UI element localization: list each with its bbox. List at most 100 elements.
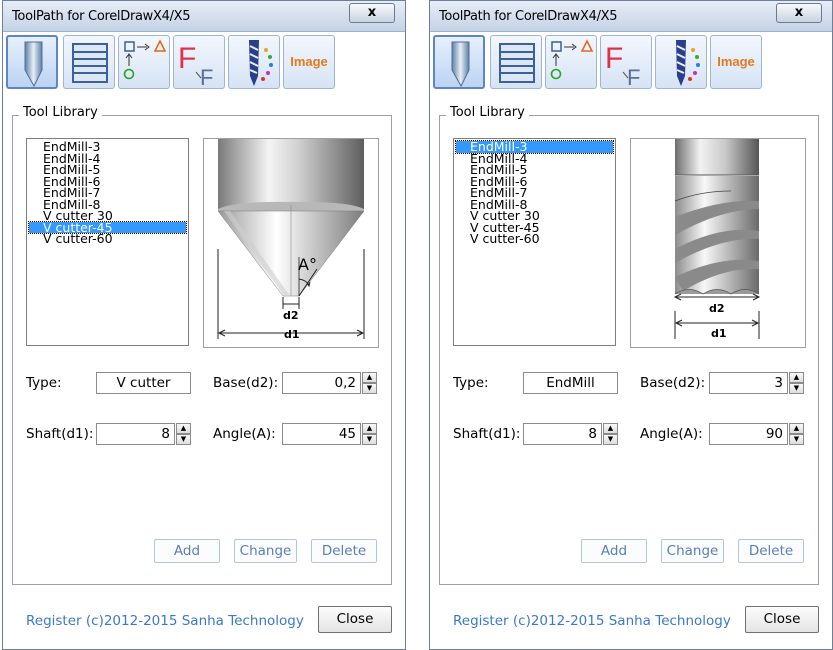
spin-up-icon[interactable]: ▲ bbox=[176, 423, 191, 434]
v-cutter-drawing: A° d2 d1 bbox=[217, 139, 365, 341]
layers-button[interactable] bbox=[490, 35, 542, 89]
spin-down-icon[interactable]: ▼ bbox=[176, 434, 191, 445]
tool-preview-vcutter: A° d2 d1 bbox=[203, 138, 379, 348]
drill-icon bbox=[249, 40, 273, 86]
tool-list[interactable]: EndMill-3 EndMill-4 EndMill-5 EndMill-6 EndM… bbox=[26, 138, 189, 346]
image-button[interactable]: Image bbox=[283, 35, 335, 89]
horizontal-lines-icon bbox=[72, 43, 108, 83]
type-label: Type: bbox=[26, 375, 62, 391]
base-spinner[interactable]: ▲ ▼ bbox=[789, 372, 804, 394]
image-icon: Image bbox=[290, 54, 328, 69]
spin-down-icon[interactable]: ▼ bbox=[362, 383, 377, 394]
toolpath-window-vcutter: ToolPath for CorelDrawX4/X5 x FF Image T… bbox=[2, 0, 406, 650]
image-button[interactable]: Image bbox=[710, 35, 762, 89]
register-link[interactable]: Register bbox=[26, 613, 82, 629]
type-field[interactable]: V cutter bbox=[96, 372, 191, 394]
tool-bit-button[interactable] bbox=[433, 35, 485, 89]
spin-down-icon[interactable]: ▼ bbox=[789, 383, 804, 394]
svg-text:F: F bbox=[605, 42, 623, 75]
angle-field[interactable]: 45 bbox=[282, 423, 361, 445]
type-field[interactable]: EndMill bbox=[523, 372, 618, 394]
d2-label: d2 bbox=[709, 302, 725, 315]
group-label: Tool Library bbox=[446, 105, 529, 120]
close-button[interactable]: Close bbox=[318, 606, 392, 633]
type-label: Type: bbox=[453, 375, 489, 391]
list-item[interactable]: V cutter-60 bbox=[29, 233, 186, 245]
shaft-field[interactable]: 8 bbox=[523, 423, 602, 445]
font-f-icon: FF bbox=[605, 42, 640, 90]
list-item[interactable]: V cutter-60 bbox=[456, 233, 613, 245]
toolbar: FF Image bbox=[6, 34, 402, 90]
d1-label: d1 bbox=[284, 328, 300, 341]
spin-up-icon[interactable]: ▲ bbox=[362, 423, 377, 434]
angle-label: Angle(A): bbox=[640, 426, 703, 442]
add-button[interactable]: Add bbox=[154, 539, 220, 563]
svg-text:F: F bbox=[200, 65, 213, 90]
tool-bit-button[interactable] bbox=[6, 35, 58, 89]
spin-down-icon[interactable]: ▼ bbox=[603, 434, 618, 445]
base-label: Base(d2): bbox=[213, 375, 279, 391]
font-button[interactable]: FF bbox=[600, 35, 652, 90]
close-icon: x bbox=[367, 5, 377, 20]
tool-bit-icon bbox=[24, 41, 43, 88]
node-sequence-icon bbox=[123, 39, 167, 80]
angle-field[interactable]: 90 bbox=[709, 423, 788, 445]
base-field[interactable]: 0,2 bbox=[282, 372, 361, 394]
path-order-button[interactable] bbox=[545, 35, 597, 89]
window-close-button[interactable]: x bbox=[349, 3, 395, 23]
shaft-spinner[interactable]: ▲ ▼ bbox=[603, 423, 618, 445]
image-icon: Image bbox=[717, 54, 755, 69]
shaft-label: Shaft(d1): bbox=[26, 426, 94, 442]
spin-down-icon[interactable]: ▼ bbox=[362, 434, 377, 445]
base-field[interactable]: 3 bbox=[709, 372, 788, 394]
delete-button[interactable]: Delete bbox=[311, 539, 377, 563]
window-title: ToolPath for CorelDrawX4/X5 bbox=[439, 9, 618, 24]
shaft-field[interactable]: 8 bbox=[96, 423, 175, 445]
layers-button[interactable] bbox=[63, 35, 115, 89]
title-bar[interactable]: ToolPath for CorelDrawX4/X5 x bbox=[430, 1, 832, 32]
close-icon: x bbox=[794, 5, 804, 20]
spin-down-icon[interactable]: ▼ bbox=[789, 434, 804, 445]
footer-text: Register (c)2012-2015 Sanha Technology bbox=[453, 613, 731, 629]
base-spinner[interactable]: ▲ ▼ bbox=[362, 372, 377, 394]
change-button[interactable]: Change bbox=[234, 539, 297, 563]
spin-up-icon[interactable]: ▲ bbox=[603, 423, 618, 434]
angle-spinner[interactable]: ▲ ▼ bbox=[789, 423, 804, 445]
angle-spinner[interactable]: ▲ ▼ bbox=[362, 423, 377, 445]
toolpath-window-endmill: ToolPath for CorelDrawX4/X5 x FF Image T… bbox=[429, 0, 833, 650]
drill-button[interactable] bbox=[655, 35, 707, 89]
copyright-text: (c)2012-2015 Sanha Technology bbox=[85, 613, 304, 629]
window-close-button[interactable]: x bbox=[776, 3, 822, 23]
add-button[interactable]: Add bbox=[581, 539, 647, 563]
window-title: ToolPath for CorelDrawX4/X5 bbox=[12, 9, 191, 24]
group-label: Tool Library bbox=[19, 105, 102, 120]
register-link[interactable]: Register bbox=[453, 613, 509, 629]
shaft-spinner[interactable]: ▲ ▼ bbox=[176, 423, 191, 445]
title-bar[interactable]: ToolPath for CorelDrawX4/X5 x bbox=[3, 1, 405, 32]
font-f-icon: FF bbox=[178, 42, 213, 90]
font-button[interactable]: FF bbox=[173, 35, 225, 90]
toolbar: FF Image bbox=[433, 34, 829, 90]
close-button[interactable]: Close bbox=[745, 606, 819, 633]
base-label: Base(d2): bbox=[640, 375, 706, 391]
tool-bit-icon bbox=[451, 41, 470, 88]
svg-text:F: F bbox=[178, 42, 196, 75]
spin-up-icon[interactable]: ▲ bbox=[362, 372, 377, 383]
tool-preview-endmill: d2 d1 bbox=[630, 138, 806, 348]
end-mill-drawing: d2 d1 bbox=[673, 139, 761, 340]
d2-label: d2 bbox=[283, 309, 299, 322]
drill-icon bbox=[676, 40, 700, 86]
node-sequence-icon bbox=[550, 39, 594, 80]
spin-up-icon[interactable]: ▲ bbox=[789, 423, 804, 434]
drill-button[interactable] bbox=[228, 35, 280, 89]
path-order-button[interactable] bbox=[118, 35, 170, 89]
delete-button[interactable]: Delete bbox=[738, 539, 804, 563]
d1-label: d1 bbox=[711, 327, 727, 340]
tool-list[interactable]: EndMill-3 EndMill-4 EndMill-5 EndMill-6 EndM… bbox=[453, 138, 616, 346]
svg-text:F: F bbox=[627, 65, 640, 90]
change-button[interactable]: Change bbox=[661, 539, 724, 563]
shaft-label: Shaft(d1): bbox=[453, 426, 521, 442]
angle-label: A° bbox=[298, 255, 317, 274]
spin-up-icon[interactable]: ▲ bbox=[789, 372, 804, 383]
copyright-text: (c)2012-2015 Sanha Technology bbox=[512, 613, 731, 629]
